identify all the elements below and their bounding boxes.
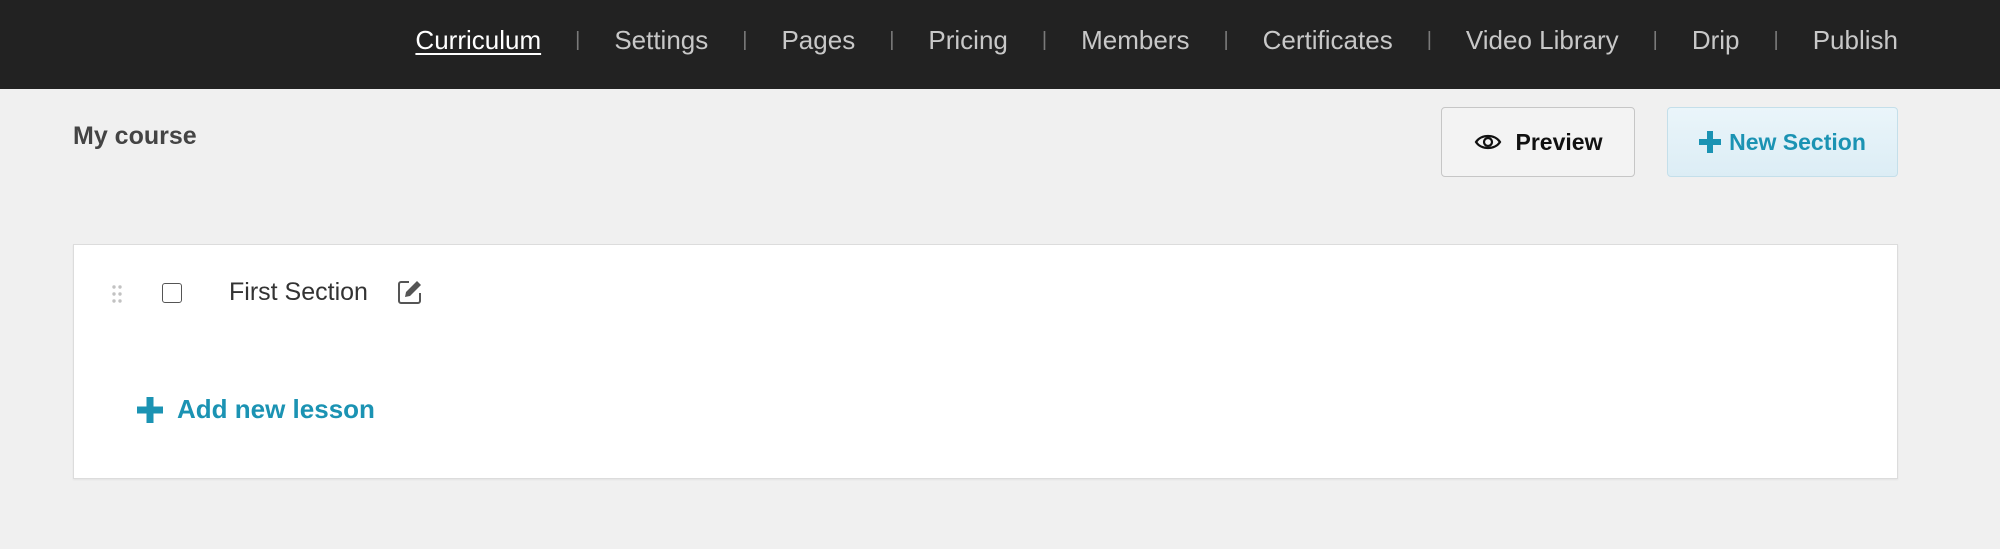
nav-item-drip[interactable]: Drip — [1692, 25, 1740, 56]
edit-icon[interactable] — [397, 279, 423, 305]
nav-separator: | — [889, 28, 895, 51]
page-title: My course — [73, 122, 197, 150]
nav-item-pages[interactable]: Pages — [781, 25, 855, 56]
eye-icon — [1474, 132, 1502, 152]
nav-item-pricing[interactable]: Pricing — [928, 25, 1007, 56]
plus-icon — [1699, 131, 1722, 153]
new-section-label: New Section — [1729, 128, 1866, 155]
top-navigation-bar: Curriculum | Settings | Pages | Pricing … — [0, 0, 2000, 89]
nav-item-curriculum[interactable]: Curriculum — [415, 25, 541, 56]
preview-button[interactable]: Preview — [1441, 107, 1635, 177]
nav-item-certificates[interactable]: Certificates — [1263, 25, 1393, 56]
nav-menu: Curriculum | Settings | Pages | Pricing … — [415, 0, 1898, 80]
nav-item-publish[interactable]: Publish — [1813, 25, 1898, 56]
nav-separator: | — [575, 28, 581, 51]
plus-icon — [137, 396, 163, 423]
add-new-lesson-button[interactable]: Add new lesson — [137, 394, 375, 425]
section-title: First Section — [229, 278, 368, 306]
section-card: First Section Add new lesson — [73, 244, 1898, 479]
section-checkbox[interactable] — [162, 283, 182, 303]
nav-separator: | — [742, 28, 748, 51]
nav-item-video-library[interactable]: Video Library — [1466, 25, 1619, 56]
nav-separator: | — [1773, 28, 1779, 51]
nav-separator: | — [1426, 28, 1432, 51]
nav-separator: | — [1041, 28, 1048, 51]
drag-handle-icon[interactable] — [112, 285, 122, 303]
preview-label: Preview — [1515, 128, 1603, 155]
nav-item-settings[interactable]: Settings — [614, 25, 708, 56]
add-new-lesson-label: Add new lesson — [177, 394, 375, 424]
nav-item-members[interactable]: Members — [1081, 25, 1189, 56]
new-section-button[interactable]: New Section — [1667, 107, 1898, 177]
nav-separator: | — [1223, 28, 1229, 51]
nav-separator: | — [1652, 28, 1658, 51]
